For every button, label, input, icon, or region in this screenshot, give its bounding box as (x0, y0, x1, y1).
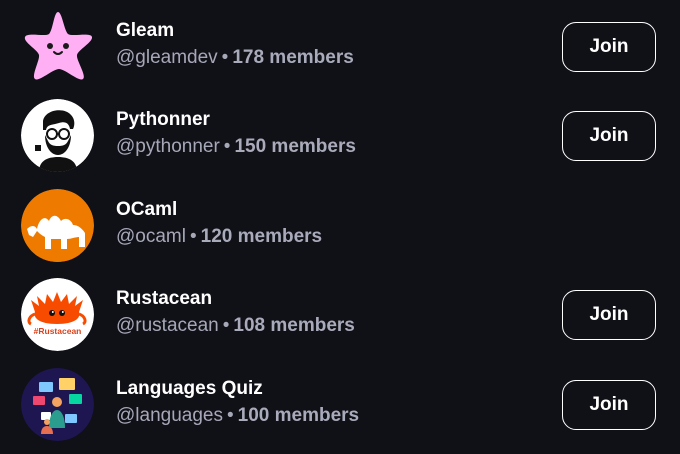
pink-star-icon (24, 12, 93, 80)
rustacean-logo-text: #Rustacean (34, 326, 82, 336)
ferris-crab-icon: #Rustacean (21, 278, 94, 351)
community-handle[interactable]: @languages (116, 405, 223, 426)
community-handle[interactable]: @ocaml (116, 226, 186, 247)
member-count: 100 members (237, 405, 360, 426)
avatar[interactable] (21, 368, 94, 441)
join-button[interactable]: Join (562, 22, 656, 72)
separator-dot: • (189, 226, 197, 247)
avatar[interactable] (21, 99, 94, 172)
camel-icon (21, 189, 94, 262)
community-row-ocaml[interactable]: OCaml @ocaml • 120 members (0, 182, 680, 271)
community-meta: @rustacean • 108 members (116, 315, 355, 337)
member-count: 150 members (234, 136, 356, 157)
community-name: Pythonner (116, 109, 210, 130)
community-name: Rustacean (116, 288, 213, 309)
community-name: Languages Quiz (116, 378, 263, 399)
separator-dot: • (221, 47, 229, 68)
avatar[interactable] (21, 10, 94, 83)
avatar[interactable]: #Rustacean (21, 278, 94, 351)
community-handle[interactable]: @gleamdev (116, 47, 218, 68)
join-button[interactable]: Join (562, 380, 656, 430)
community-row-gleam[interactable]: Gleam @gleamdev • 178 members Join (0, 3, 680, 92)
community-row-rustacean[interactable]: #Rustacean Rustacean @rustacean • 108 memb… (0, 271, 680, 360)
community-handle[interactable]: @rustacean (116, 315, 219, 336)
join-button[interactable]: Join (562, 290, 656, 340)
separator-dot: • (223, 136, 231, 157)
member-count: 120 members (200, 226, 323, 247)
community-name: Gleam (116, 20, 175, 41)
community-meta: @pythonner • 150 members (116, 136, 356, 158)
bearded-man-icon (21, 99, 94, 172)
community-list: Gleam @gleamdev • 178 members Join Pythonn… (0, 0, 680, 454)
community-row-pythonner[interactable]: Pythonner @pythonner • 150 members Join (0, 92, 680, 181)
member-count: 178 members (232, 47, 354, 68)
community-handle[interactable]: @pythonner (116, 136, 220, 157)
community-name: OCaml (116, 199, 178, 220)
quiz-illustration-icon (21, 368, 94, 441)
community-row-languages-quiz[interactable]: Languages Quiz @languages • 100 members Jo… (0, 361, 680, 450)
join-button[interactable]: Join (562, 111, 656, 161)
separator-dot: • (226, 405, 234, 426)
avatar[interactable] (21, 189, 94, 262)
community-meta: @languages • 100 members (116, 405, 359, 427)
community-meta: @gleamdev • 178 members (116, 47, 354, 69)
separator-dot: • (222, 315, 230, 336)
community-meta: @ocaml • 120 members (116, 226, 322, 248)
member-count: 108 members (233, 315, 355, 336)
